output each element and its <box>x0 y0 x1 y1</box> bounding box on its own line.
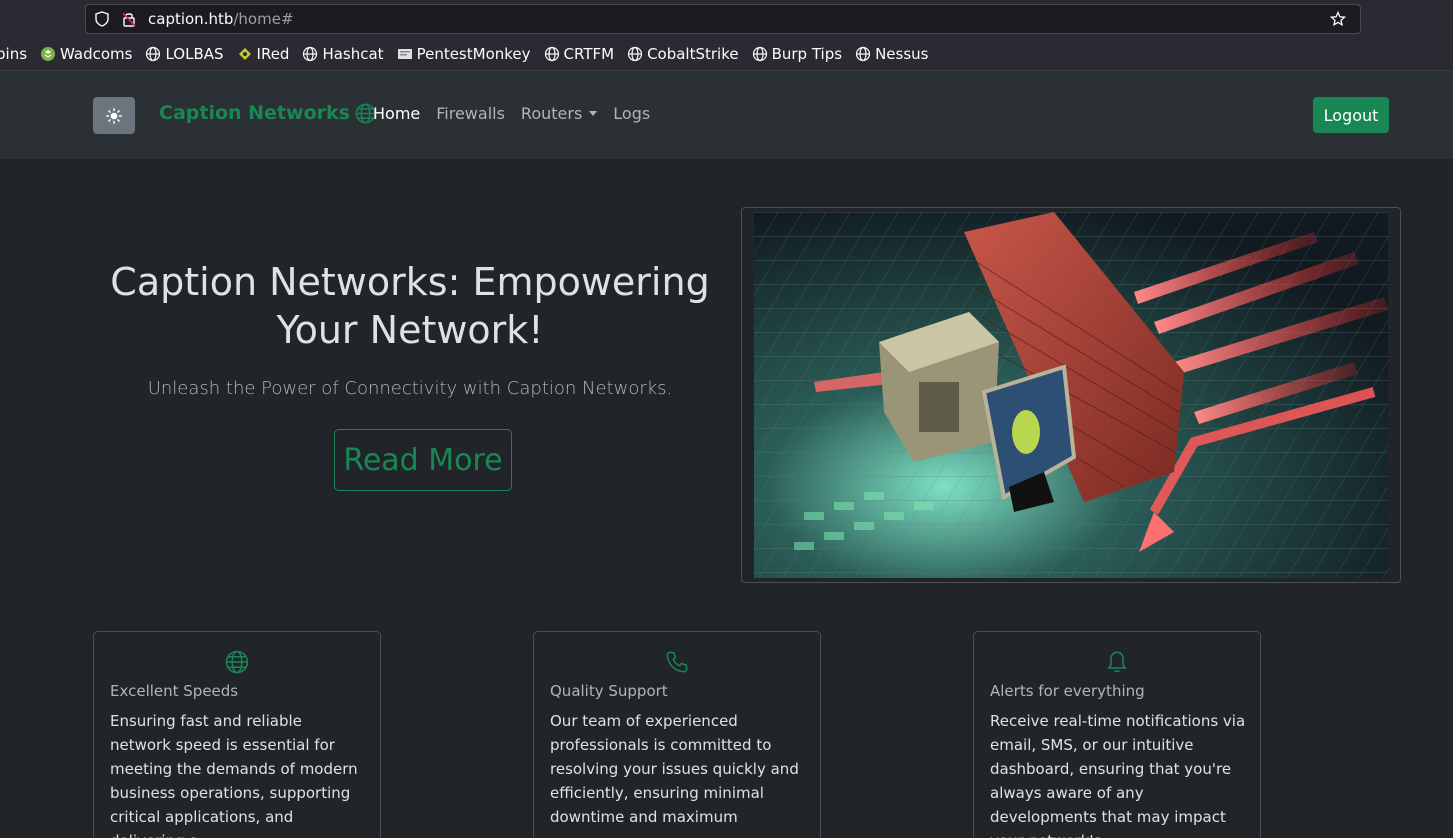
shield-icon[interactable] <box>94 11 110 27</box>
bookmark-star-icon[interactable] <box>1330 11 1346 27</box>
theme-toggle-button[interactable] <box>93 97 135 134</box>
sun-icon <box>106 107 122 124</box>
globe-icon <box>544 46 559 62</box>
url-path: /home# <box>233 10 294 28</box>
card-title: Quality Support <box>550 682 668 700</box>
browser-toolbar: caption.htb/home# bins Wadcoms LOLBAS IR… <box>0 0 1453 71</box>
bookmark-pentestmonkey[interactable]: PentestMonkey <box>397 45 531 63</box>
card-text: Our team of experienced professionals is… <box>550 712 799 826</box>
feature-card-alerts: Alerts for everything Receive real-time … <box>973 631 1261 838</box>
bookmark-wadcoms[interactable]: Wadcoms <box>40 45 132 63</box>
bookmark-hashcat[interactable]: Hashcat <box>302 45 384 63</box>
globe-icon <box>855 46 871 62</box>
hero-firewall-image <box>754 212 1388 578</box>
logout-button[interactable]: Logout <box>1313 97 1389 133</box>
page-icon <box>397 49 412 59</box>
caret-down-icon <box>589 111 598 116</box>
globe-icon <box>225 650 249 674</box>
bookmark-nessus[interactable]: Nessus <box>855 45 928 63</box>
card-title: Alerts for everything <box>990 682 1145 700</box>
globe-icon <box>627 46 643 62</box>
brand-name: Caption Networks <box>159 102 350 124</box>
globe-icon <box>752 46 767 62</box>
bookmark-lolbas[interactable]: LOLBAS <box>145 45 224 63</box>
hero-subtitle: Unleash the Power of Connectivity with C… <box>147 378 673 399</box>
read-more-button[interactable]: Read More <box>334 429 512 491</box>
url-host: caption.htb <box>148 10 234 28</box>
ired-icon <box>238 48 251 60</box>
bell-icon <box>1107 651 1127 673</box>
feature-card-support: Quality Support Our team of experienced … <box>533 631 821 838</box>
bookmark-ired[interactable]: IRed <box>237 45 289 63</box>
wadcoms-icon <box>41 47 56 61</box>
bookmark-cobaltstrike[interactable]: CobaltStrike <box>627 45 739 63</box>
card-text: Ensuring fast and reliable network speed… <box>110 712 358 838</box>
globe-icon <box>303 46 318 62</box>
card-title: Excellent Speeds <box>110 682 239 700</box>
bookmark-burp-tips[interactable]: Burp Tips <box>752 45 842 63</box>
bookmarks-bar: bins Wadcoms LOLBAS IRed Hashcat Pentest… <box>0 42 941 66</box>
url-bar[interactable]: caption.htb/home# <box>85 4 1361 34</box>
nav-logs[interactable]: Logs <box>613 104 650 123</box>
feature-card-speeds: Excellent Speeds Ensuring fast and relia… <box>93 631 381 838</box>
nav-home[interactable]: Home <box>373 104 420 123</box>
nav-firewalls[interactable]: Firewalls <box>436 104 505 123</box>
phone-icon <box>666 651 688 673</box>
hero-title: Caption Networks: Empowering Your Networ… <box>110 260 710 352</box>
card-text: Receive real-time notifications via emai… <box>990 712 1246 838</box>
bookmark-crtfm[interactable]: CRTFM <box>544 45 614 63</box>
bookmark-bins[interactable]: bins <box>0 45 27 63</box>
globe-icon <box>146 46 161 62</box>
brand-logo[interactable]: Caption Networks <box>159 102 376 124</box>
nav-routers-dropdown[interactable]: Routers <box>521 104 598 123</box>
lock-warning-icon[interactable] <box>122 11 136 27</box>
main-nav: Home Firewalls Routers Logs <box>373 104 666 123</box>
